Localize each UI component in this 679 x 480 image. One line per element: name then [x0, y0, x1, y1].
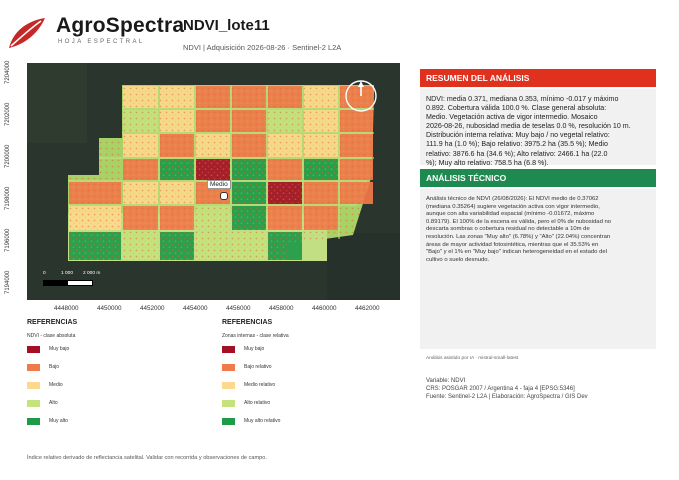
- x-tick-label: 4462000: [355, 305, 380, 312]
- y-tick-label: 7196000: [5, 228, 11, 252]
- legend-label: Muy alto: [49, 418, 68, 424]
- legend-swatch: [27, 364, 40, 371]
- legend-swatch: [222, 400, 235, 407]
- x-tick-label: 4456000: [226, 305, 251, 312]
- technical-line: aunque con alta variabilidad espacial (m…: [426, 211, 595, 218]
- technical-line: "Bajo" y el 1% en "Muy bajo" indican het…: [426, 249, 607, 256]
- legend-label: Muy bajo: [244, 346, 265, 352]
- page-subtitle: NDVI | Adquisición 2026-08-26 · Sentinel…: [183, 43, 342, 52]
- summary-line: Medio. Vegetación activa de vigor interm…: [426, 113, 598, 122]
- legend-label: Medio relativo: [244, 382, 276, 388]
- legend-swatch: [27, 400, 40, 407]
- y-tick-label: 7202000: [5, 102, 11, 126]
- scale-label-2000: 2 000 m: [83, 271, 101, 276]
- technical-line: áreas de mayor actividad fotosintética, …: [426, 241, 599, 248]
- summary-line: NDVI: media 0.371, mediana 0.353, mínimo…: [426, 95, 619, 103]
- summary-line: Distribución interna relativa: Muy bajo …: [426, 131, 610, 140]
- brand-name: AgroSpectra: [56, 14, 185, 37]
- technical-panel: Análisis técnico de NDVI (26/08/2026): E…: [420, 189, 656, 349]
- legend-label: Bajo: [49, 364, 60, 370]
- x-tick-label: 4450000: [97, 305, 122, 312]
- technical-line: resolución. Las zonas "Muy alto" (6.78%)…: [426, 233, 611, 240]
- summary-text: NDVI: media 0.371, mediana 0.353, mínimo…: [426, 95, 650, 168]
- footer-disclaimer: Índice relativo derivado de reflectancia…: [27, 455, 267, 461]
- legend-swatch: [222, 346, 235, 353]
- legend-label: Medio: [49, 382, 63, 388]
- legend-swatch: [27, 382, 40, 389]
- legend-swatch: [222, 382, 235, 389]
- legend-label: Bajo relativo: [244, 364, 272, 370]
- legend-swatch: [222, 364, 235, 371]
- north-arrow-icon: [345, 80, 377, 112]
- legend-swatch: [27, 346, 40, 353]
- agrospectra-leaf-logo: [9, 18, 45, 48]
- place-marker-icon: [220, 192, 228, 200]
- page-title: NDVI_lote11: [183, 17, 270, 34]
- metadata-crs: CRS: POSGAR 2007 / Argentina 4 - faja 4 …: [426, 386, 575, 392]
- y-tick-label: 7194000: [5, 270, 11, 294]
- technical-line: (mediana 0.35264) sugiere vegetación act…: [426, 203, 600, 210]
- legend-label: Muy alto relativo: [244, 418, 281, 424]
- x-tick-label: 4454000: [183, 305, 208, 312]
- y-tick-label: 7204000: [5, 60, 11, 84]
- summary-line: 0.892. Cobertura válida 100.0 %. Clase g…: [426, 104, 607, 113]
- x-tick-label: 4452000: [140, 305, 165, 312]
- x-tick-label: 4448000: [54, 305, 79, 312]
- technical-line: 0.89179). El 100% de la escena es válida…: [426, 218, 612, 225]
- technical-line: cultivo o suelo desnudo.: [426, 256, 490, 263]
- legend-relative-title: REFERENCIAS: [222, 319, 273, 326]
- legend-label: Muy bajo: [49, 346, 70, 352]
- metadata-source: Fuente: Sentinel-2 L2A | Elaboración: Ag…: [426, 394, 588, 400]
- summary-line: %); Muy alto relativo: 758.5 ha (6.8 %).: [426, 158, 549, 167]
- scale-label-1000: 1 000: [61, 271, 74, 276]
- technical-line: descarta sombras o cobertura residual no…: [426, 226, 590, 233]
- technical-heading: ANÁLISIS TÉCNICO: [420, 169, 656, 187]
- ndvi-map[interactable]: Medio 0 1 000 2 000 m: [27, 63, 400, 300]
- summary-panel: NDVI: media 0.371, mediana 0.353, mínimo…: [420, 89, 656, 168]
- scale-label-0: 0: [43, 271, 46, 276]
- technical-line: Análisis técnico de NDVI (26/08/2026): E…: [426, 196, 599, 202]
- summary-line: 2026-08-26, nubosidad media de teselas 0…: [426, 122, 631, 131]
- summary-line: 111.9 ha (1.0 %); Bajo relativo: 3975.2 …: [426, 140, 608, 149]
- legend-relative-subtitle: Zonas internas - clase relativa: [222, 333, 289, 339]
- legend-label: Alto: [49, 400, 58, 406]
- summary-heading: RESUMEN DEL ANÁLISIS: [420, 69, 656, 87]
- legend-absolute-title: REFERENCIAS: [27, 319, 78, 326]
- y-tick-label: 7198000: [5, 186, 11, 210]
- x-tick-label: 4458000: [269, 305, 294, 312]
- metadata-variable: Variable: NDVI: [426, 378, 466, 384]
- technical-text: Análisis técnico de NDVI (26/08/2026): E…: [426, 196, 650, 264]
- y-tick-label: 7200000: [5, 144, 11, 168]
- legend-swatch: [27, 418, 40, 425]
- brand-tagline: HOJA ESPECTRAL: [58, 39, 145, 45]
- scale-bar: [43, 280, 93, 286]
- summary-line: relativo: 3876.6 ha (34.6 %); Alto relat…: [426, 149, 608, 158]
- map-place-label: Medio: [207, 180, 231, 189]
- x-tick-label: 4460000: [312, 305, 337, 312]
- legend-absolute-subtitle: NDVI - clase absoluta: [27, 333, 76, 339]
- legend-label: Alto relativo: [244, 400, 271, 406]
- legend-swatch: [222, 418, 235, 425]
- ai-assist-note: Análisis asistido por IA · mistral-small…: [426, 356, 519, 361]
